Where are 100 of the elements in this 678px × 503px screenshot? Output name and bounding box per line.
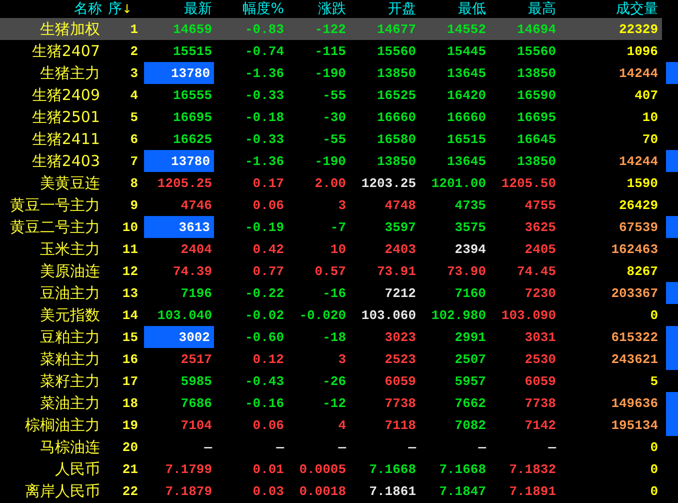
column-header[interactable]: 序	[108, 0, 122, 18]
column-header[interactable]: 名称	[74, 0, 102, 18]
table-cell: -1.36	[244, 66, 284, 80]
row-number: 6	[130, 132, 138, 146]
table-cell: 0.06	[252, 418, 284, 432]
table-cell: 1205.25	[157, 176, 212, 190]
table-cell: —	[204, 440, 212, 454]
table-cell: 14659	[172, 22, 212, 36]
table-cell: 2403	[384, 242, 416, 256]
table-cell: 103.040	[157, 308, 212, 322]
table-cell: 3625	[524, 220, 556, 234]
column-header[interactable]: 幅度%	[242, 0, 284, 18]
table-cell: 3613	[178, 220, 210, 234]
table-cell: 7.1799	[165, 462, 212, 476]
table-row[interactable]: 生猪2407 2 15515 -0.74 -115 15560 15445 15560 1096	[0, 40, 678, 62]
column-header[interactable]: 成交量	[616, 0, 658, 18]
table-cell: 7160	[454, 286, 486, 300]
instrument-name: 美原油连	[40, 262, 100, 280]
table-cell: 5957	[454, 374, 486, 388]
table-cell: 4746	[180, 198, 212, 212]
table-row[interactable]: 生猪2501 5 16695 -0.18 -30 16660 16660 16695 10	[0, 106, 678, 128]
table-row[interactable]: 玉米主力 11 2404 0.42 10 2403 2394 2405 162463	[0, 238, 678, 260]
row-number: 4	[130, 88, 138, 102]
table-cell: -0.18	[244, 110, 284, 124]
table-cell: 1201.00	[431, 176, 486, 190]
table-cell: 15560	[516, 44, 556, 58]
table-row[interactable]: 美原油连 12 74.39 0.77 0.57 73.91 73.90 74.45 8267	[0, 260, 678, 282]
column-header[interactable]: 开盘	[388, 0, 416, 18]
instrument-name: 菜籽主力	[40, 372, 100, 390]
table-cell: 16625	[172, 132, 212, 146]
volume-cell: 26429	[618, 198, 658, 212]
table-cell: 6059	[524, 374, 556, 388]
table-row[interactable]: 生猪主力 3 13780 -1.36 -190 13850 13645 13850 14244	[0, 62, 678, 84]
row-number: 15	[122, 330, 138, 344]
table-row[interactable]: 棕榈油主力 19 7104 0.06 4 7118 7082 7142 195134	[0, 414, 678, 436]
table-row[interactable]: 生猪2409 4 16555 -0.33 -55 16525 16420 16590 407	[0, 84, 678, 106]
instrument-name: 美黄豆连	[40, 174, 100, 192]
table-cell: 7686	[180, 396, 212, 410]
volume-cell: 1590	[626, 176, 658, 190]
table-row[interactable]: 美黄豆连 8 1205.25 0.17 2.00 1203.25 1201.00 1205.50 1590	[0, 172, 678, 194]
table-row[interactable]: 菜籽主力 17 5985 -0.43 -26 6059 5957 6059 5	[0, 370, 678, 392]
table-cell: 3031	[524, 330, 556, 344]
table-row[interactable]: 豆油主力 13 7196 -0.22 -16 7212 7160 7230 203367	[0, 282, 678, 304]
table-row[interactable]: 美元指数 14 103.040 -0.02 -0.020 103.060 102.980 103.090 0	[0, 304, 678, 326]
instrument-name: 菜粕主力	[40, 350, 100, 368]
column-header[interactable]: 涨跌	[318, 0, 346, 18]
selected-row[interactable]: 生猪加权 1 14659 -0.83 -122 14677 14552 14694 22329	[0, 18, 678, 40]
column-header[interactable]: 最新	[184, 0, 212, 18]
instrument-name: 棕榈油主力	[25, 416, 100, 434]
table-cell: 4	[338, 418, 346, 432]
table-cell: 73.90	[446, 264, 486, 278]
table-cell: 16660	[446, 110, 486, 124]
instrument-name: 豆粕主力	[40, 328, 100, 346]
table-row[interactable]: 生猪2403 7 13780 -1.36 -190 13850 13645 13850 14244	[0, 150, 678, 172]
table-row[interactable]: 黄豆一号主力 9 4746 0.06 3 4748 4735 4755 26429	[0, 194, 678, 216]
table-cell: 15445	[446, 44, 486, 58]
volume-cell: 0	[650, 308, 658, 322]
volume-cell: 203367	[611, 286, 658, 300]
table-cell: 7662	[454, 396, 486, 410]
instrument-name: 生猪2407	[32, 42, 100, 60]
table-cell: 14677	[376, 22, 416, 36]
table-cell: 1203.25	[361, 176, 416, 190]
instrument-name: 马棕油连	[40, 438, 100, 456]
table-cell: 7118	[384, 418, 416, 432]
row-number: 11	[122, 242, 138, 256]
row-number: 10	[122, 220, 138, 234]
table-cell: 16695	[172, 110, 212, 124]
table-row[interactable]: 离岸人民币 22 7.1879 0.03 0.0018 7.1861 7.1847 7.1891 0	[0, 480, 678, 502]
table-cell: -0.33	[244, 88, 284, 102]
table-cell: 2405	[524, 242, 556, 256]
row-number: 9	[130, 198, 138, 212]
table-row[interactable]: 菜油主力 18 7686 -0.16 -12 7738 7662 7738 149636	[0, 392, 678, 414]
instrument-name: 黄豆二号主力	[10, 218, 100, 236]
instrument-name: 美元指数	[40, 306, 100, 324]
table-row[interactable]: 人民币 21 7.1799 0.01 0.0005 7.1668 7.1668 7.1832 0	[0, 458, 678, 480]
table-cell: 2530	[524, 352, 556, 366]
row-number: 2	[130, 44, 138, 58]
table-row[interactable]: 菜粕主力 16 2517 0.12 3 2523 2507 2530 243621	[0, 348, 678, 370]
column-header[interactable]: 最低	[458, 0, 486, 18]
table-cell: 7.1668	[439, 462, 486, 476]
table-cell: 7.1847	[439, 484, 486, 498]
volume-cell: 407	[634, 88, 658, 102]
table-cell: -0.33	[244, 132, 284, 146]
row-number: 7	[130, 154, 138, 168]
instrument-name: 玉米主力	[40, 240, 100, 258]
table-cell: 2517	[180, 352, 212, 366]
table-cell: 7230	[524, 286, 556, 300]
column-header[interactable]: 最高	[528, 0, 556, 18]
table-row[interactable]: 豆粕主力 15 3002 -0.60 -18 3023 2991 3031 615322	[0, 326, 678, 348]
table-row[interactable]: 黄豆二号主力 10 3613 -0.19 -7 3597 3575 3625 67539	[0, 216, 678, 238]
table-cell: 3	[338, 352, 346, 366]
volume-cell: 10	[642, 110, 658, 124]
instrument-name: 人民币	[55, 460, 100, 478]
volume-cell: 0	[650, 484, 658, 498]
table-cell: -0.22	[244, 286, 284, 300]
table-row[interactable]: 生猪2411 6 16625 -0.33 -55 16580 16515 16645 70	[0, 128, 678, 150]
table-cell: -115	[314, 44, 346, 58]
table-cell: 0.03	[252, 484, 284, 498]
table-cell: 1205.50	[501, 176, 556, 190]
table-row[interactable]: 马棕油连 20 — — — — — — 0	[0, 436, 678, 458]
